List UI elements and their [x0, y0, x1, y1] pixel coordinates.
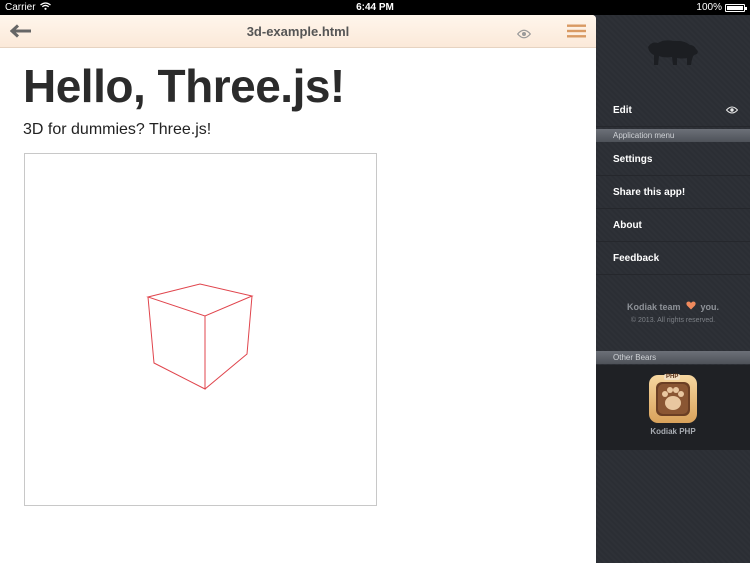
sidebar-item-label: Share this app! — [613, 186, 686, 198]
eye-icon — [725, 106, 739, 117]
bear-icon — [644, 37, 700, 72]
eye-icon[interactable] — [516, 26, 532, 44]
other-bears-panel: PHP Kodiak PHP — [596, 365, 750, 450]
kodiak-php-label: Kodiak PHP — [650, 427, 696, 436]
sidebar-menu: Edit Application menu Settings Share thi… — [596, 15, 750, 563]
credits: Kodiak team you. © 2013. All rights rese… — [596, 301, 750, 324]
nav-title: 3d-example.html — [246, 24, 350, 39]
credits-team: Kodiak team — [626, 301, 681, 312]
copyright-text: © 2013. All rights reserved. — [630, 317, 716, 324]
sidebar-item-label: Edit — [613, 104, 632, 116]
page-subtitle: 3D for dummies? Three.js! — [23, 121, 212, 138]
sidebar-item-label: Feedback — [613, 252, 660, 264]
main-panel: 3d-example.html Hello, Three.js! 3D for … — [0, 15, 596, 563]
sidebar-item-settings[interactable]: Settings — [596, 143, 750, 176]
battery-percent: 100% — [696, 2, 722, 13]
page-title: Hello, Three.js! — [23, 60, 345, 112]
wireframe-cube — [146, 283, 254, 390]
heart-icon — [685, 301, 696, 312]
section-header-application-menu: Application menu — [596, 129, 750, 142]
sidebar-item-feedback[interactable]: Feedback — [596, 242, 750, 275]
php-badge: PHP — [664, 374, 681, 380]
section-header-other-bears: Other Bears — [596, 351, 750, 364]
carrier-label: Carrier — [5, 2, 36, 13]
arrow-left-icon[interactable] — [9, 24, 32, 43]
credits-you: you. — [700, 301, 720, 312]
status-time: 6:44 PM — [356, 2, 394, 13]
sidebar-item-label: Settings — [613, 153, 653, 165]
battery-icon — [724, 3, 747, 12]
sidebar-item-about[interactable]: About — [596, 209, 750, 242]
kodiak-php-app-icon[interactable]: PHP — [649, 374, 697, 423]
sidebar-item-edit[interactable]: Edit — [596, 94, 750, 127]
status-bar: Carrier 6:44 PM 100% — [0, 0, 750, 15]
webgl-canvas[interactable] — [24, 153, 377, 506]
wifi-icon — [39, 2, 51, 13]
navigation-bar: 3d-example.html — [0, 15, 596, 48]
hamburger-icon[interactable] — [567, 24, 586, 43]
sidebar-item-share[interactable]: Share this app! — [596, 176, 750, 209]
sidebar-item-label: About — [613, 219, 642, 231]
